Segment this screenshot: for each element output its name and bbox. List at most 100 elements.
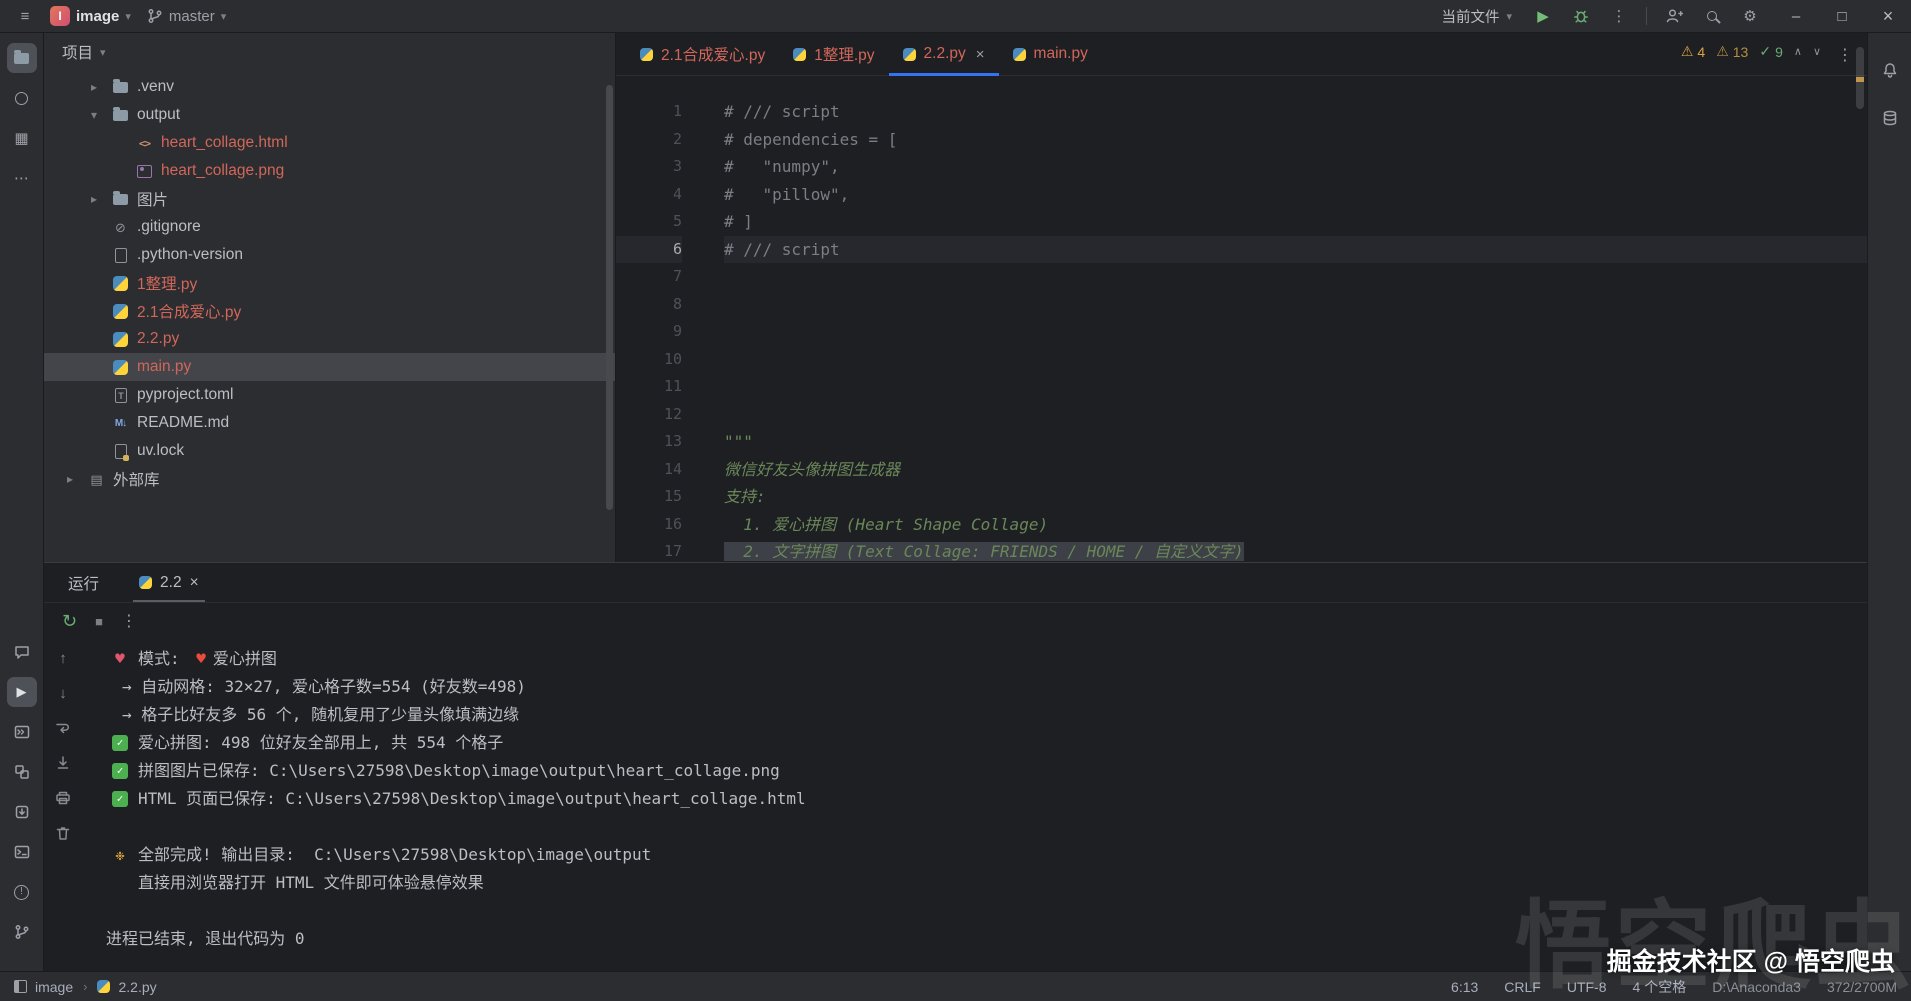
more-actions-button[interactable]: ⋮ — [1604, 2, 1634, 30]
tree-item-22-py[interactable]: 2.2.py — [44, 325, 615, 353]
indent-style[interactable]: 4 个空格 — [1633, 977, 1687, 997]
breadcrumb-separator-icon: › — [83, 979, 88, 994]
tab-list-button[interactable]: ⋮ — [1837, 33, 1853, 76]
stop-button[interactable]: ■ — [95, 614, 103, 629]
previous-problem-icon[interactable]: ∧ — [1794, 45, 1802, 58]
run-toolwindow-button[interactable]: ▶ — [6, 677, 37, 707]
debug-button[interactable] — [1566, 2, 1596, 30]
structure-toolwindow-button[interactable]: ▦ — [7, 123, 37, 153]
tab-1zhengli-py[interactable]: 1整理.py — [779, 33, 888, 75]
console-line: 进程已结束, 退出代码为 0 — [106, 929, 305, 948]
tree-item-pyproject-toml[interactable]: T pyproject.toml — [44, 381, 615, 409]
more-toolwindows-button[interactable]: ⋯ — [7, 163, 37, 193]
tree-item-pictures-folder[interactable]: ▸ 图片 — [44, 185, 615, 213]
project-scrollbar[interactable] — [606, 85, 613, 510]
caret-position[interactable]: 6:13 — [1451, 979, 1478, 995]
run-tab-22[interactable]: 2.2 × — [133, 563, 205, 602]
project-toolwindow-button[interactable] — [6, 43, 37, 73]
tree-item-external-libraries[interactable]: ▸ ▤ 外部库 — [44, 465, 615, 493]
tree-item-heart-collage-html[interactable]: <> heart_collage.html — [44, 129, 615, 157]
success-check-icon: ✓ — [112, 763, 128, 779]
tree-item-output[interactable]: ▾ output — [44, 101, 615, 129]
breadcrumb-file[interactable]: 2.2.py — [118, 979, 156, 995]
more-options-button[interactable]: ⋮ — [121, 611, 137, 631]
tab-22-py[interactable]: 2.2.py × — [888, 33, 999, 76]
chevron-down-icon: ▾ — [220, 10, 227, 23]
python-interpreter[interactable]: D:\Anaconda3 — [1712, 979, 1801, 995]
left-strip-bottom: ▶ ! — [6, 637, 37, 947]
tree-item-uv-lock[interactable]: uv.lock — [44, 437, 615, 465]
breadcrumb-root[interactable]: image — [35, 979, 73, 995]
print-icon — [56, 791, 70, 805]
code-with-me-button[interactable] — [1659, 2, 1689, 30]
vcs-branch-widget[interactable]: master ▾ — [141, 2, 232, 30]
minimize-button[interactable]: – — [1773, 0, 1819, 32]
trash-icon — [56, 827, 70, 840]
main-column: 项目 ▾ ▸ .venv ▾ output <> heart_collage.h… — [44, 33, 1867, 971]
chevron-right-icon[interactable]: ▸ — [60, 472, 80, 486]
services-toolwindow-button[interactable] — [7, 757, 37, 787]
code-editor[interactable]: 1 2 3 4 5 6 7 8 9 10 11 12 13 14 15 16 1… — [616, 76, 1867, 562]
terminal-icon — [14, 845, 29, 859]
tree-item-1zhengli-py[interactable]: 1整理.py — [44, 269, 615, 297]
version-control-button[interactable] — [7, 917, 37, 947]
console-line: ✓ 爱心拼图: 498 位好友全部用上, 共 554 个格子 — [82, 729, 1867, 757]
success-check-icon: ✓ — [112, 735, 128, 751]
search-everywhere-button[interactable] — [1697, 2, 1727, 30]
tree-item-readme-md[interactable]: M↓ README.md — [44, 409, 615, 437]
text-file-icon — [114, 247, 127, 263]
tree-item-21hecheng-py[interactable]: 2.1合成爱心.py — [44, 297, 615, 325]
print-button[interactable] — [52, 787, 74, 809]
toolwindow-quick-access-icon[interactable] — [14, 980, 27, 993]
close-tab-icon[interactable]: × — [190, 574, 199, 592]
project-panel-header[interactable]: 项目 ▾ — [44, 33, 615, 71]
statusbar: image › 2.2.py 6:13 CRLF UTF-8 4 个空格 D:\… — [0, 971, 1911, 1001]
memory-indicator[interactable]: 372/2700M — [1827, 979, 1897, 995]
tree-item-heart-collage-png[interactable]: heart_collage.png — [44, 157, 615, 185]
inspection-widget[interactable]: ⚠ 4 ⚠ 13 ✓ 9 ∧ ∨ — [1681, 43, 1821, 60]
database-toolwindow-button[interactable] — [1875, 103, 1905, 133]
rerun-button[interactable]: ↻ — [62, 611, 77, 632]
python-file-icon — [113, 303, 128, 319]
tree-item-venv[interactable]: ▸ .venv — [44, 73, 615, 101]
clear-console-button[interactable] — [52, 822, 74, 844]
soft-wrap-button[interactable] — [52, 717, 74, 739]
run-button[interactable]: ▶ — [1528, 2, 1558, 30]
console-line: ✓ HTML 页面已保存: C:\Users\27598\Desktop\ima… — [82, 785, 1867, 813]
down-stack-trace-button[interactable]: ↓ — [52, 682, 74, 704]
tree-item-python-version[interactable]: .python-version — [44, 241, 615, 269]
settings-button[interactable]: ⚙ — [1735, 2, 1765, 30]
database-icon — [1883, 110, 1896, 126]
console-output[interactable]: ♥ 模式: ♥ 爱心拼图 → 自动网格: 32×27, 爱心格子数=554 (好友… — [82, 639, 1867, 971]
maximize-button[interactable]: □ — [1819, 0, 1865, 32]
main-menu-button[interactable]: ≡ — [10, 2, 40, 30]
python-file-icon — [793, 47, 807, 61]
console-line: → 格子比好友多 56 个, 随机复用了少量头像填满边缘 — [122, 705, 520, 724]
problems-toolwindow-button[interactable]: ! — [7, 877, 37, 907]
tree-item-main-py[interactable]: main.py — [44, 353, 615, 381]
python-packages-button[interactable] — [7, 797, 37, 827]
python-console-button[interactable] — [7, 717, 37, 747]
commit-toolwindow-button[interactable] — [7, 83, 37, 113]
close-tab-icon[interactable]: × — [976, 46, 985, 63]
chevron-right-icon[interactable]: ▸ — [84, 192, 104, 206]
chevron-right-icon[interactable]: ▸ — [84, 80, 104, 94]
up-stack-trace-button[interactable]: ↑ — [52, 647, 74, 669]
chevron-down-icon[interactable]: ▾ — [84, 108, 104, 122]
tab-21hecheng-py[interactable]: 2.1合成爱心.py — [626, 33, 779, 75]
tree-item-gitignore[interactable]: ⊘ .gitignore — [44, 213, 615, 241]
project-panel-title: 项目 — [62, 45, 94, 62]
python-file-icon — [1012, 47, 1026, 61]
next-problem-icon[interactable]: ∨ — [1813, 45, 1821, 58]
run-configuration-selector[interactable]: 当前文件 ▾ — [1433, 2, 1520, 30]
file-encoding[interactable]: UTF-8 — [1567, 979, 1607, 995]
tab-main-py[interactable]: main.py — [999, 33, 1102, 75]
scroll-to-end-button[interactable] — [52, 752, 74, 774]
line-separator[interactable]: CRLF — [1504, 979, 1541, 995]
chat-icon — [14, 646, 29, 659]
terminal-toolwindow-button[interactable] — [7, 837, 37, 867]
close-button[interactable]: × — [1865, 0, 1911, 32]
notifications-button[interactable] — [1875, 55, 1905, 85]
project-widget[interactable]: I image ▾ — [44, 2, 137, 30]
ai-assistant-button[interactable] — [7, 637, 37, 667]
